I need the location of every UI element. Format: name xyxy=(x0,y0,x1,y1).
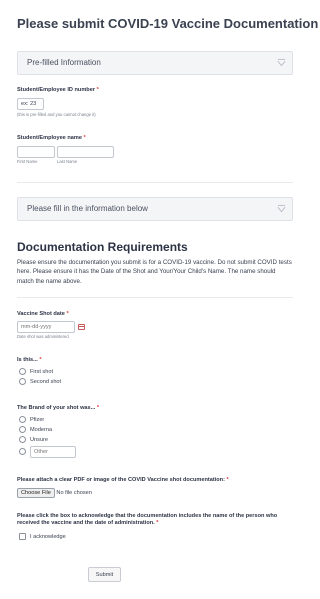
id-field-note: (this is pre-filled and you cannot chang… xyxy=(17,112,96,117)
submit-button[interactable]: Submit xyxy=(88,567,121,582)
radio-circle-icon[interactable] xyxy=(19,426,26,433)
radio-other[interactable] xyxy=(19,448,30,455)
last-name-input[interactable] xyxy=(57,146,114,158)
radio-pfizer[interactable]: Pfizer xyxy=(19,416,44,423)
shot-date-sublabel: Date shot was administered xyxy=(17,334,69,339)
divider xyxy=(17,182,293,183)
file-upload: Choose File No file chosen xyxy=(17,488,92,498)
collapse-chevron-icon xyxy=(277,204,286,213)
radio-circle-icon[interactable] xyxy=(19,378,26,385)
choose-file-button[interactable]: Choose File xyxy=(17,488,55,498)
section-fill-header[interactable]: Please fill in the information below xyxy=(17,197,293,221)
other-brand-input[interactable] xyxy=(30,446,76,458)
radio-first-shot[interactable]: First shot xyxy=(19,368,53,375)
upload-label: Please attach a clear PDF or image of th… xyxy=(17,477,229,483)
radio-circle-icon[interactable] xyxy=(19,436,26,443)
first-name-input[interactable] xyxy=(17,146,55,158)
shot-date-input[interactable] xyxy=(17,321,75,333)
shot-date-label: Vaccine Shot date * xyxy=(17,311,69,317)
radio-second-shot[interactable]: Second shot xyxy=(19,378,61,385)
calendar-icon[interactable] xyxy=(78,324,85,330)
first-name-sublabel: First Name xyxy=(17,159,38,164)
section-prefilled-header[interactable]: Pre-filled Information xyxy=(17,51,293,75)
acknowledge-label: Please click the box to acknowledge that… xyxy=(17,513,278,526)
requirements-heading: Documentation Requirements xyxy=(17,240,188,254)
radio-circle-icon[interactable] xyxy=(19,448,26,455)
radio-circle-icon[interactable] xyxy=(19,416,26,423)
divider xyxy=(17,297,293,298)
checkbox-icon[interactable] xyxy=(19,533,26,540)
requirements-text: Please ensure the documentation you subm… xyxy=(17,259,292,285)
radio-moderna[interactable]: Moderna xyxy=(19,426,52,433)
radio-circle-icon[interactable] xyxy=(19,368,26,375)
section-fill-label: Please fill in the information below xyxy=(27,204,148,213)
radio-unsure[interactable]: Unsure xyxy=(19,436,48,443)
id-field-input[interactable]: ex: 23 xyxy=(17,98,44,110)
name-field-label: Student/Employee name * xyxy=(17,135,86,141)
page-title: Please submit COVID-19 Vaccine Documenta… xyxy=(17,16,319,31)
section-prefilled-label: Pre-filled Information xyxy=(27,58,101,67)
file-status: No file chosen xyxy=(56,490,92,496)
last-name-sublabel: Last Name xyxy=(57,159,78,164)
brand-label: The Brand of your shot was... * xyxy=(17,405,100,411)
collapse-chevron-icon xyxy=(277,58,286,67)
acknowledge-checkbox[interactable]: I acknowledge xyxy=(19,533,66,540)
shot-number-label: Is this... * xyxy=(17,357,42,363)
id-field-label: Student/Employee ID number * xyxy=(17,87,99,93)
